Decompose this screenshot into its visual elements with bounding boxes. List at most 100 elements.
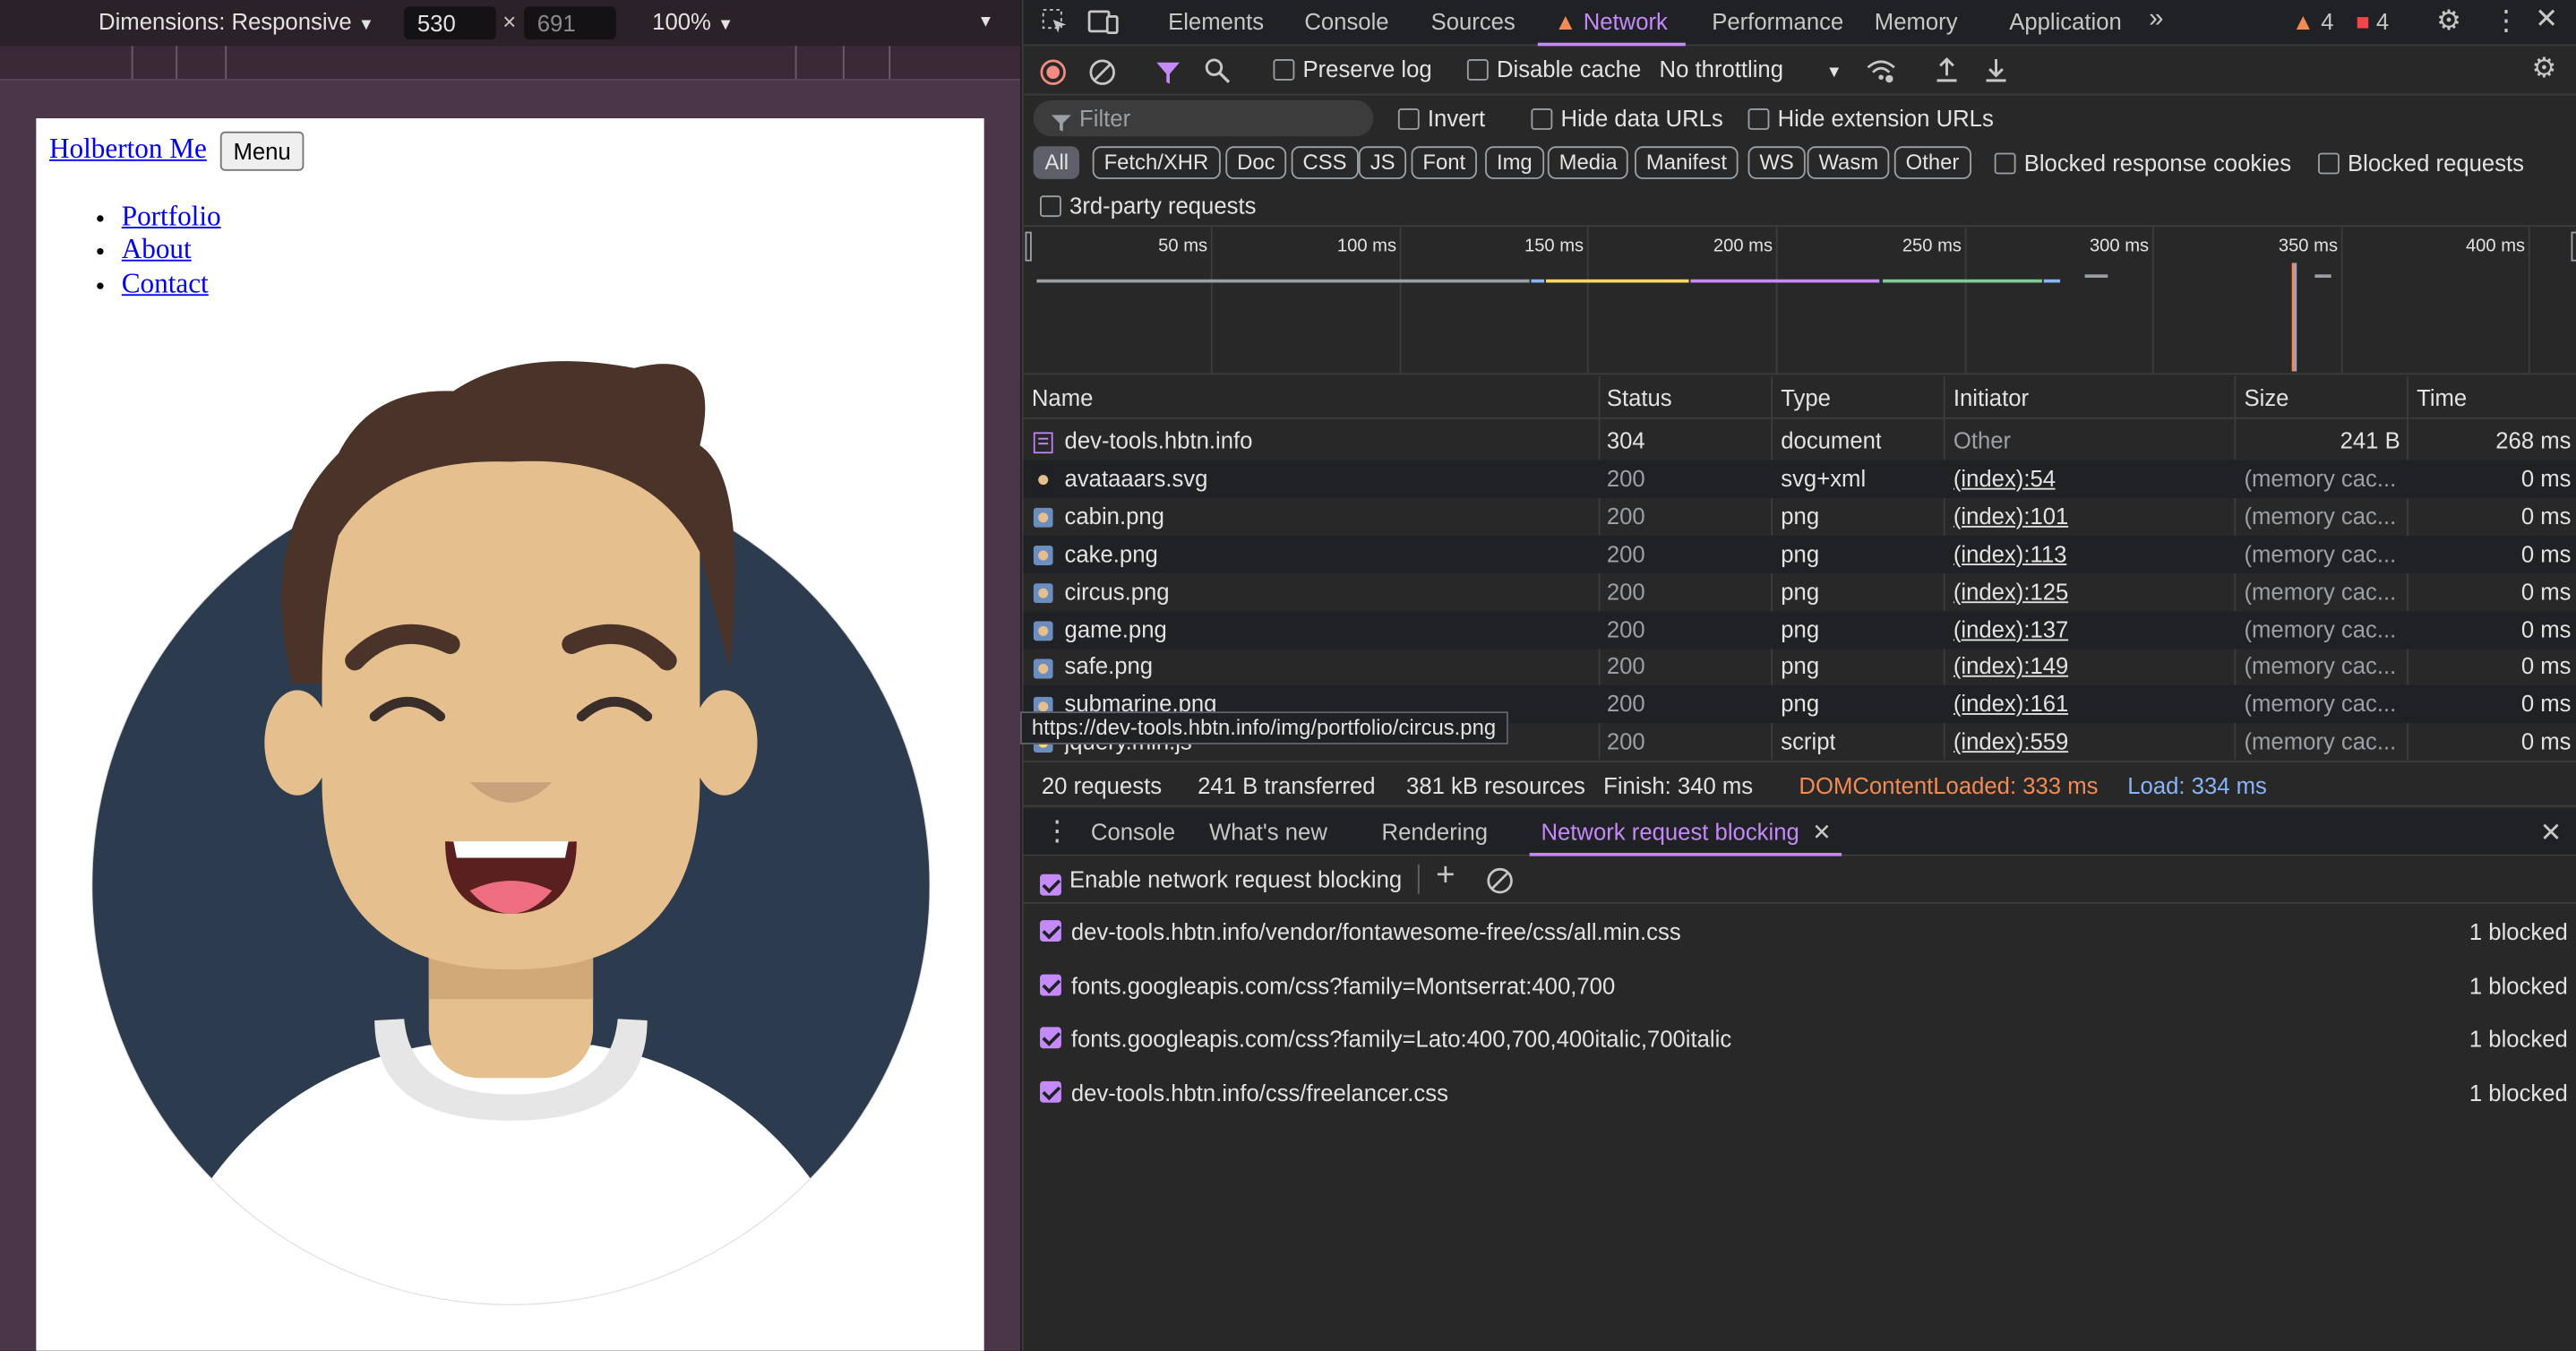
drawer-tab-whats-new[interactable]: What's new: [1209, 818, 1327, 844]
column-type[interactable]: Type: [1781, 384, 1831, 410]
type-filter-fetch-xhr[interactable]: Fetch/XHR: [1092, 146, 1221, 179]
import-har-icon[interactable]: [1934, 55, 1960, 85]
third-party-checkbox[interactable]: [1040, 195, 1061, 218]
type-filter-all[interactable]: All: [1033, 146, 1080, 179]
drawer-tab-console[interactable]: Console: [1091, 818, 1175, 844]
tab-elements[interactable]: Elements: [1168, 8, 1264, 34]
type-filter-ws[interactable]: WS: [1747, 146, 1806, 179]
type-filter-manifest[interactable]: Manifest: [1635, 146, 1739, 179]
nav-link-contact[interactable]: Contact: [122, 268, 209, 299]
network-settings-icon[interactable]: ⚙: [2531, 53, 2556, 86]
column-status[interactable]: Status: [1607, 384, 1672, 410]
height-input[interactable]: 691: [524, 6, 616, 40]
column-time[interactable]: Time: [2417, 384, 2467, 410]
more-tabs-icon[interactable]: »: [2149, 5, 2163, 35]
tab-network[interactable]: ▲ Network: [1554, 8, 1668, 34]
device-options-icon[interactable]: ▼: [977, 13, 993, 31]
remove-all-patterns-icon[interactable]: [1487, 866, 1513, 895]
disable-cache-checkbox[interactable]: [1466, 59, 1489, 81]
tab-application[interactable]: Application: [2009, 8, 2122, 34]
filter-icon[interactable]: [1155, 57, 1181, 86]
cell-initiator[interactable]: (index):559: [1953, 723, 2068, 761]
table-row[interactable]: dev-tools.hbtn.info 304 document Other 241 B…: [1024, 422, 2576, 460]
blocking-pattern-row[interactable]: dev-tools.hbtn.info/css/freelancer.css 1 …: [1024, 1067, 2576, 1120]
invert-checkbox[interactable]: [1397, 108, 1420, 130]
zoom-dropdown[interactable]: 100% ▼: [652, 8, 734, 34]
table-row[interactable]: game.png 200 png (index):137 (memory cac... 0…: [1023, 610, 2576, 649]
table-row[interactable]: cabin.png 200 png (index):101 (memory cac...…: [1024, 497, 2576, 535]
drawer-tab-rendering[interactable]: Rendering: [1382, 818, 1489, 844]
type-filter-media[interactable]: Media: [1547, 146, 1629, 179]
clear-icon[interactable]: [1089, 57, 1115, 86]
column-size[interactable]: Size: [2244, 384, 2288, 410]
table-row[interactable]: cake.png 200 png (index):113 (memory cac... 0…: [1023, 535, 2576, 573]
device-toggle-icon[interactable]: [1087, 6, 1121, 37]
type-filter-css[interactable]: CSS: [1291, 146, 1359, 179]
drawer-tab-request-blocking[interactable]: Network request blocking ✕: [1541, 818, 1831, 846]
tab-memory[interactable]: Memory: [1875, 8, 1958, 34]
cell-status: 200: [1606, 615, 1645, 642]
table-row[interactable]: safe.png 200 png (index):149 (memory cac... 0…: [1024, 648, 2576, 685]
search-icon[interactable]: [1204, 56, 1231, 84]
network-overview-timeline[interactable]: 50 ms 100 ms 150 ms 200 ms 250 ms 300 ms…: [1023, 227, 2576, 375]
table-row[interactable]: avataaars.svg 200 svg+xml (index):54 (memory…: [1023, 460, 2576, 498]
summary-load: Load: 334 ms: [2127, 772, 2267, 799]
settings-icon[interactable]: ⚙: [2436, 5, 2461, 39]
blocked-response-cookies-checkbox[interactable]: [1994, 152, 2016, 175]
tab-console[interactable]: Console: [1304, 8, 1388, 34]
close-drawer-icon[interactable]: ✕: [2540, 817, 2563, 850]
type-filter-img[interactable]: Img: [1485, 146, 1544, 179]
type-filter-other[interactable]: Other: [1893, 146, 1971, 179]
close-devtools-icon[interactable]: ✕: [2535, 4, 2558, 37]
cell-initiator[interactable]: (index):101: [1953, 497, 2068, 535]
hide-data-urls-checkbox[interactable]: [1531, 108, 1553, 130]
column-initiator[interactable]: Initiator: [1953, 384, 2029, 410]
width-input[interactable]: 530: [404, 6, 496, 40]
blocking-pattern-row[interactable]: fonts.googleapis.com/css?family=Montserr…: [1024, 959, 2576, 1012]
table-row[interactable]: circus.png 200 png (index):125 (memory cac..…: [1024, 572, 2576, 610]
preserve-log-checkbox[interactable]: [1273, 59, 1295, 81]
menu-button[interactable]: Menu: [219, 131, 305, 171]
cell-initiator[interactable]: (index):54: [1953, 460, 2056, 497]
warnings-badge[interactable]: ▲ 4: [2292, 8, 2334, 34]
pattern-checkbox[interactable]: [1040, 1028, 1061, 1049]
add-pattern-icon[interactable]: +: [1436, 857, 1455, 895]
nav-link-about[interactable]: About: [122, 234, 192, 265]
blocked-requests-checkbox[interactable]: [2318, 152, 2340, 175]
filter-input[interactable]: Filter: [1033, 99, 1374, 137]
dimensions-dropdown[interactable]: Dimensions: Responsive ▼: [99, 8, 374, 34]
type-filter-doc[interactable]: Doc: [1225, 146, 1287, 179]
drawer-menu-icon[interactable]: ⋮: [1043, 815, 1071, 848]
nav-link-portfolio[interactable]: Portfolio: [122, 201, 221, 232]
network-conditions-icon[interactable]: [1867, 56, 1896, 84]
pattern-checkbox[interactable]: [1040, 920, 1061, 942]
blocking-pattern-row[interactable]: dev-tools.hbtn.info/vendor/fontawesome-f…: [1024, 906, 2576, 959]
hide-extension-urls-checkbox[interactable]: [1747, 108, 1770, 130]
type-filter-font[interactable]: Font: [1411, 146, 1477, 179]
throttling-select[interactable]: No throttling ▼: [1660, 56, 1842, 82]
cell-initiator[interactable]: (index):113: [1953, 535, 2067, 572]
type-filter-js[interactable]: JS: [1358, 146, 1407, 179]
overview-left-handle[interactable]: [1025, 231, 1032, 262]
pattern-checkbox[interactable]: [1040, 1081, 1061, 1103]
errors-badge[interactable]: ■ 4: [2356, 8, 2389, 34]
tab-sources[interactable]: Sources: [1431, 8, 1516, 34]
cell-initiator[interactable]: (index):125: [1953, 572, 2068, 610]
enable-blocking-checkbox[interactable]: [1040, 873, 1061, 896]
kebab-menu-icon[interactable]: ⋮: [2492, 5, 2520, 39]
type-filter-wasm[interactable]: Wasm: [1807, 146, 1890, 179]
cell-initiator[interactable]: (index):161: [1953, 685, 2068, 723]
column-name[interactable]: Name: [1032, 384, 1094, 410]
blocking-pattern-row[interactable]: fonts.googleapis.com/css?family=Lato:400…: [1024, 1013, 2576, 1066]
media-query-ruler[interactable]: [0, 46, 1021, 81]
cell-initiator[interactable]: (index):137: [1953, 610, 2068, 648]
brand-link[interactable]: Holberton Me: [49, 133, 207, 167]
close-tab-icon[interactable]: ✕: [1812, 818, 1832, 844]
export-har-icon[interactable]: [1983, 55, 2009, 85]
pattern-checkbox[interactable]: [1040, 974, 1061, 995]
record-stop-icon[interactable]: [1040, 57, 1066, 86]
overview-right-handle[interactable]: [2571, 231, 2576, 262]
tab-performance[interactable]: Performance: [1712, 8, 1843, 34]
inspect-element-icon[interactable]: [1040, 6, 1069, 37]
cell-initiator[interactable]: (index):149: [1953, 648, 2068, 685]
